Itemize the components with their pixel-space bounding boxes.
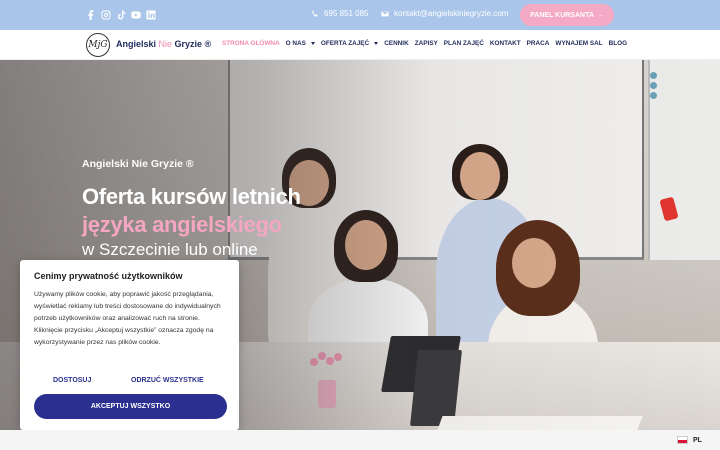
bottom-strip — [0, 430, 720, 450]
nav-offer[interactable]: OFERTA ZAJĘĆ — [320, 40, 379, 47]
language-switcher[interactable]: PL — [677, 436, 702, 444]
customize-button[interactable]: DOSTOSUJ — [53, 377, 91, 384]
nav-jobs-label: PRACA — [526, 40, 550, 47]
brand-name-part2: Nie — [158, 39, 173, 49]
nav-schedule[interactable]: PLAN ZAJĘĆ — [444, 40, 484, 47]
nav-signup[interactable]: ZAPISY — [415, 40, 438, 47]
hero-title-line2: języka angielskiego — [82, 212, 282, 237]
phone-number: 695 851 085 — [324, 9, 369, 18]
main-nav: STRONA GŁÓWNA O NAS OFERTA ZAJĘĆ CENNIK … — [222, 40, 633, 47]
nav-pricing[interactable]: CENNIK — [384, 40, 409, 47]
chevron-down-icon — [310, 42, 315, 45]
cookie-title: Cenimy prywatność użytkowników — [34, 271, 183, 281]
email-contact[interactable]: kontakt@angielskiniegryzie.com — [381, 9, 508, 18]
logo-mark[interactable]: MjG — [86, 33, 110, 57]
nav-room-rental-label: WYNAJEM SAL — [555, 40, 603, 47]
header: MjG Angielski Nie Gryzie ® STRONA GŁÓWNA… — [0, 30, 720, 60]
nav-home-label: STRONA GŁÓWNA — [222, 40, 280, 47]
linkedin-icon[interactable] — [145, 9, 157, 21]
language-code: PL — [693, 436, 702, 444]
reject-all-button[interactable]: ODRZUĆ WSZYSTKIE — [131, 377, 204, 384]
nav-about-label: O NAS — [285, 40, 306, 47]
cookie-consent-dialog: Cenimy prywatność użytkowników Używamy p… — [20, 260, 239, 430]
chevron-down-icon — [374, 42, 379, 45]
nav-jobs[interactable]: PRACA — [527, 40, 550, 47]
brand-name-part3: Gryzie ® — [172, 39, 212, 49]
hero-title-line1: Oferta kursów letnich — [82, 184, 301, 209]
instagram-icon[interactable] — [100, 9, 112, 21]
nav-room-rental[interactable]: WYNAJEM SAL — [555, 40, 602, 47]
hero-subtitle: Angielski Nie Gryzie ® — [82, 158, 194, 170]
nav-schedule-label: PLAN ZAJĘĆ — [443, 40, 484, 47]
email-address: kontakt@angielskiniegryzie.com — [394, 9, 509, 18]
nav-blog-label: BLOG — [608, 40, 628, 47]
envelope-icon — [381, 11, 389, 16]
accept-all-label: AKCEPTUJ WSZYSTKO — [90, 403, 171, 410]
top-bar: 695 851 085 kontakt@angielskiniegryzie.c… — [0, 0, 720, 30]
nav-contact-label: KONTAKT — [489, 40, 521, 47]
cookie-description: Używamy plików cookie, aby poprawić jako… — [34, 291, 221, 346]
hero-title-line3: w Szczecinie lub online — [82, 240, 258, 259]
nav-contact[interactable]: KONTAKT — [490, 40, 521, 47]
nav-offer-label: OFERTA ZAJĘĆ — [320, 40, 370, 47]
logo-mark-text: MjG — [88, 40, 108, 50]
tiktok-icon[interactable] — [115, 9, 127, 21]
nav-blog[interactable]: BLOG — [609, 40, 627, 47]
youtube-icon[interactable] — [130, 9, 142, 21]
nav-pricing-label: CENNIK — [384, 40, 409, 47]
phone-icon — [312, 9, 318, 17]
student-panel-label: PANEL KURSANTA — [530, 11, 594, 19]
facebook-icon[interactable] — [85, 9, 97, 21]
nav-signup-label: ZAPISY — [414, 40, 438, 47]
accept-all-button[interactable]: AKCEPTUJ WSZYSTKO — [34, 394, 227, 419]
arrow-right-icon: → — [596, 11, 604, 19]
nav-about[interactable]: O NAS — [286, 40, 315, 47]
nav-home[interactable]: STRONA GŁÓWNA — [222, 40, 280, 47]
phone-contact[interactable]: 695 851 085 — [311, 9, 369, 18]
poland-flag-icon — [677, 436, 688, 444]
student-panel-button[interactable]: PANEL KURSANTA → — [520, 4, 614, 26]
brand-name[interactable]: Angielski Nie Gryzie ® — [116, 39, 211, 49]
brand-name-part1: Angielski — [116, 39, 159, 49]
